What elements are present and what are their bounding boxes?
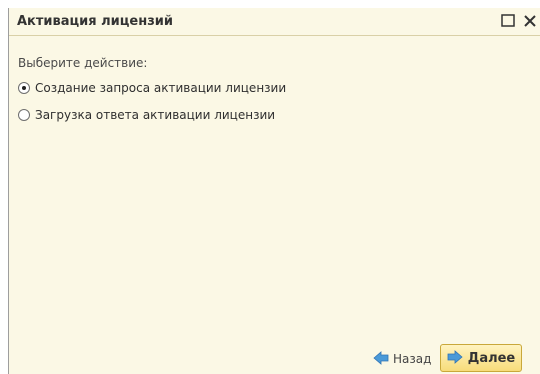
next-button-label: Далее <box>467 350 516 366</box>
radio-checked[interactable] <box>18 82 30 94</box>
close-icon[interactable] <box>521 11 540 31</box>
maximize-icon[interactable] <box>499 11 519 31</box>
title-bar: Активация лицензий <box>9 8 540 36</box>
radio-unchecked[interactable] <box>18 109 30 121</box>
dialog-content: Выберите действие: Создание запроса акти… <box>9 36 540 374</box>
option-load-response[interactable]: Загрузка ответа активации лицензии <box>18 106 275 124</box>
arrow-right-icon <box>447 349 463 368</box>
option-create-request[interactable]: Создание запроса активации лицензии <box>18 79 286 97</box>
action-prompt: Выберите действие: <box>18 56 148 70</box>
back-button[interactable]: Назад <box>373 348 431 370</box>
arrow-left-icon <box>373 350 389 369</box>
license-activation-window: Активация лицензий Выберите действие: Со… <box>8 8 540 374</box>
back-button-label: Назад <box>393 352 432 366</box>
window-title: Активация лицензий <box>17 14 173 29</box>
option-create-request-label: Создание запроса активации лицензии <box>35 81 287 95</box>
option-load-response-label: Загрузка ответа активации лицензии <box>35 108 276 122</box>
next-button[interactable]: Далее <box>440 344 522 372</box>
